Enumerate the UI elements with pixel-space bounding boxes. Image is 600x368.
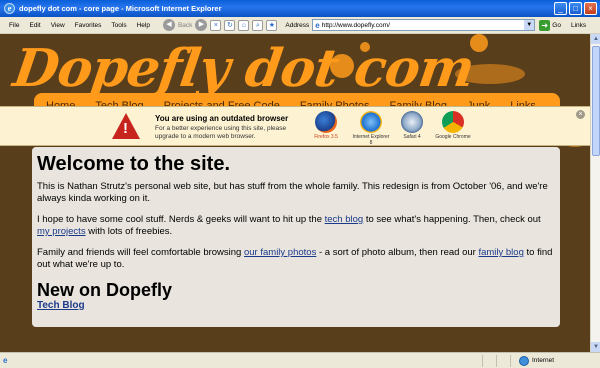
minimize-button[interactable]: _ — [554, 2, 567, 15]
zone-label: Internet — [532, 357, 555, 364]
go-button[interactable]: ➜ Go — [539, 19, 561, 31]
window-title: dopefly dot com - core page - Microsoft … — [19, 4, 222, 13]
menu-bar: File Edit View Favorites Tools Help — [0, 22, 155, 29]
tech-blog-link[interactable]: tech blog — [325, 214, 364, 225]
favorites-icon[interactable]: ★ — [266, 19, 278, 31]
browser-firefox[interactable]: Firefox 3.5 — [306, 111, 346, 140]
text: to see what's happening. Then, check out — [363, 214, 541, 225]
links-toolbar[interactable]: Links — [571, 22, 586, 29]
address-dropdown-icon[interactable]: ▼ — [524, 20, 535, 30]
forward-arrow-icon[interactable]: ▶ — [195, 19, 208, 31]
internet-explorer-icon — [360, 111, 382, 133]
my-projects-link[interactable]: my projects — [37, 226, 86, 237]
home-icon[interactable]: ⌂ — [238, 19, 250, 31]
menu-favorites[interactable]: Favorites — [70, 22, 107, 29]
status-pane — [13, 354, 483, 367]
window-controls: _ □ × — [554, 2, 597, 15]
page-icon: e — [315, 20, 320, 30]
browser-safari[interactable]: Safari 4 — [392, 111, 432, 140]
intro-paragraph: This is Nathan Strutz's personal web sit… — [37, 181, 548, 204]
page-status-icon: e — [3, 355, 8, 365]
stop-icon[interactable]: × — [210, 19, 222, 31]
ie-app-icon: e — [4, 3, 15, 14]
safari-icon — [401, 111, 423, 133]
text: Family and friends will feel comfortable… — [37, 247, 244, 258]
family-blog-link[interactable]: family blog — [478, 247, 523, 258]
menu-view[interactable]: View — [46, 22, 70, 29]
section-heading: New on Dopefly — [37, 280, 173, 300]
menu-edit[interactable]: Edit — [24, 22, 45, 29]
menu-file[interactable]: File — [4, 22, 24, 29]
banner-title: You are using an outdated browser — [155, 114, 289, 123]
status-pane — [497, 354, 511, 367]
globe-icon — [519, 355, 529, 366]
status-bar: e Internet — [0, 352, 600, 368]
family-photos-link[interactable]: our family photos — [244, 247, 316, 258]
tech-paragraph: I hope to have some cool stuff. Nerds & … — [37, 214, 555, 238]
browser-caption: Safari 4 — [403, 134, 421, 140]
address-label: Address — [285, 21, 310, 29]
browser-caption: Internet Explorer 8 — [352, 134, 390, 146]
address-bar[interactable]: e http://www.dopefly.com/ ▼ — [312, 19, 536, 31]
browser-chrome[interactable]: Google Chrome — [433, 111, 473, 140]
vertical-scrollbar[interactable]: ▲ ▼ — [590, 34, 600, 352]
status-pane — [483, 354, 497, 367]
tech-blog-section-link[interactable]: Tech Blog — [37, 300, 85, 311]
security-zone: Internet — [519, 355, 555, 366]
go-arrow-icon: ➜ — [539, 19, 551, 31]
site-logo[interactable]: Dopefly dot com — [10, 38, 478, 99]
firefox-icon — [315, 111, 337, 133]
back-arrow-icon[interactable]: ◀ — [162, 19, 175, 31]
warning-exclamation: ! — [123, 120, 128, 137]
chrome-icon — [442, 111, 464, 133]
browser-caption: Firefox 3.5 — [314, 134, 338, 140]
refresh-icon[interactable]: ↻ — [224, 19, 236, 31]
close-button[interactable]: × — [584, 2, 597, 15]
back-button-label[interactable]: Back — [178, 22, 192, 29]
banner-close-icon[interactable]: × — [576, 110, 585, 119]
text: - a sort of photo album, then read our — [316, 247, 479, 258]
nav-toolbar: ◀ Back ▶ × ↻ ⌂ ⌕ ★ — [162, 19, 278, 31]
family-paragraph: Family and friends will feel comfortable… — [37, 247, 555, 271]
address-input[interactable]: http://www.dopefly.com/ — [322, 22, 525, 29]
menu-tools[interactable]: Tools — [106, 22, 131, 29]
scroll-down-icon[interactable]: ▼ — [591, 342, 600, 352]
outdated-browser-banner: ! You are using an outdated browser For … — [0, 106, 590, 146]
scroll-thumb[interactable] — [592, 46, 600, 156]
go-label: Go — [552, 21, 561, 29]
page-title: Welcome to the site. — [37, 153, 231, 175]
banner-subtitle: For a better experience using this site,… — [155, 125, 287, 140]
main-content: Welcome to the site. This is Nathan Stru… — [32, 147, 560, 327]
menu-help[interactable]: Help — [132, 22, 155, 29]
browser-caption: Google Chrome — [435, 134, 471, 140]
search-icon[interactable]: ⌕ — [252, 19, 264, 31]
maximize-button[interactable]: □ — [569, 2, 582, 15]
browser-ie[interactable]: Internet Explorer 8 — [351, 111, 391, 146]
scroll-up-icon[interactable]: ▲ — [591, 34, 600, 44]
title-bar: e dopefly dot com - core page - Microsof… — [0, 0, 600, 17]
text: I hope to have some cool stuff. Nerds & … — [37, 214, 325, 225]
menu-toolbar: File Edit View Favorites Tools Help ◀ Ba… — [0, 17, 600, 34]
text: with lots of freebies. — [85, 226, 173, 237]
